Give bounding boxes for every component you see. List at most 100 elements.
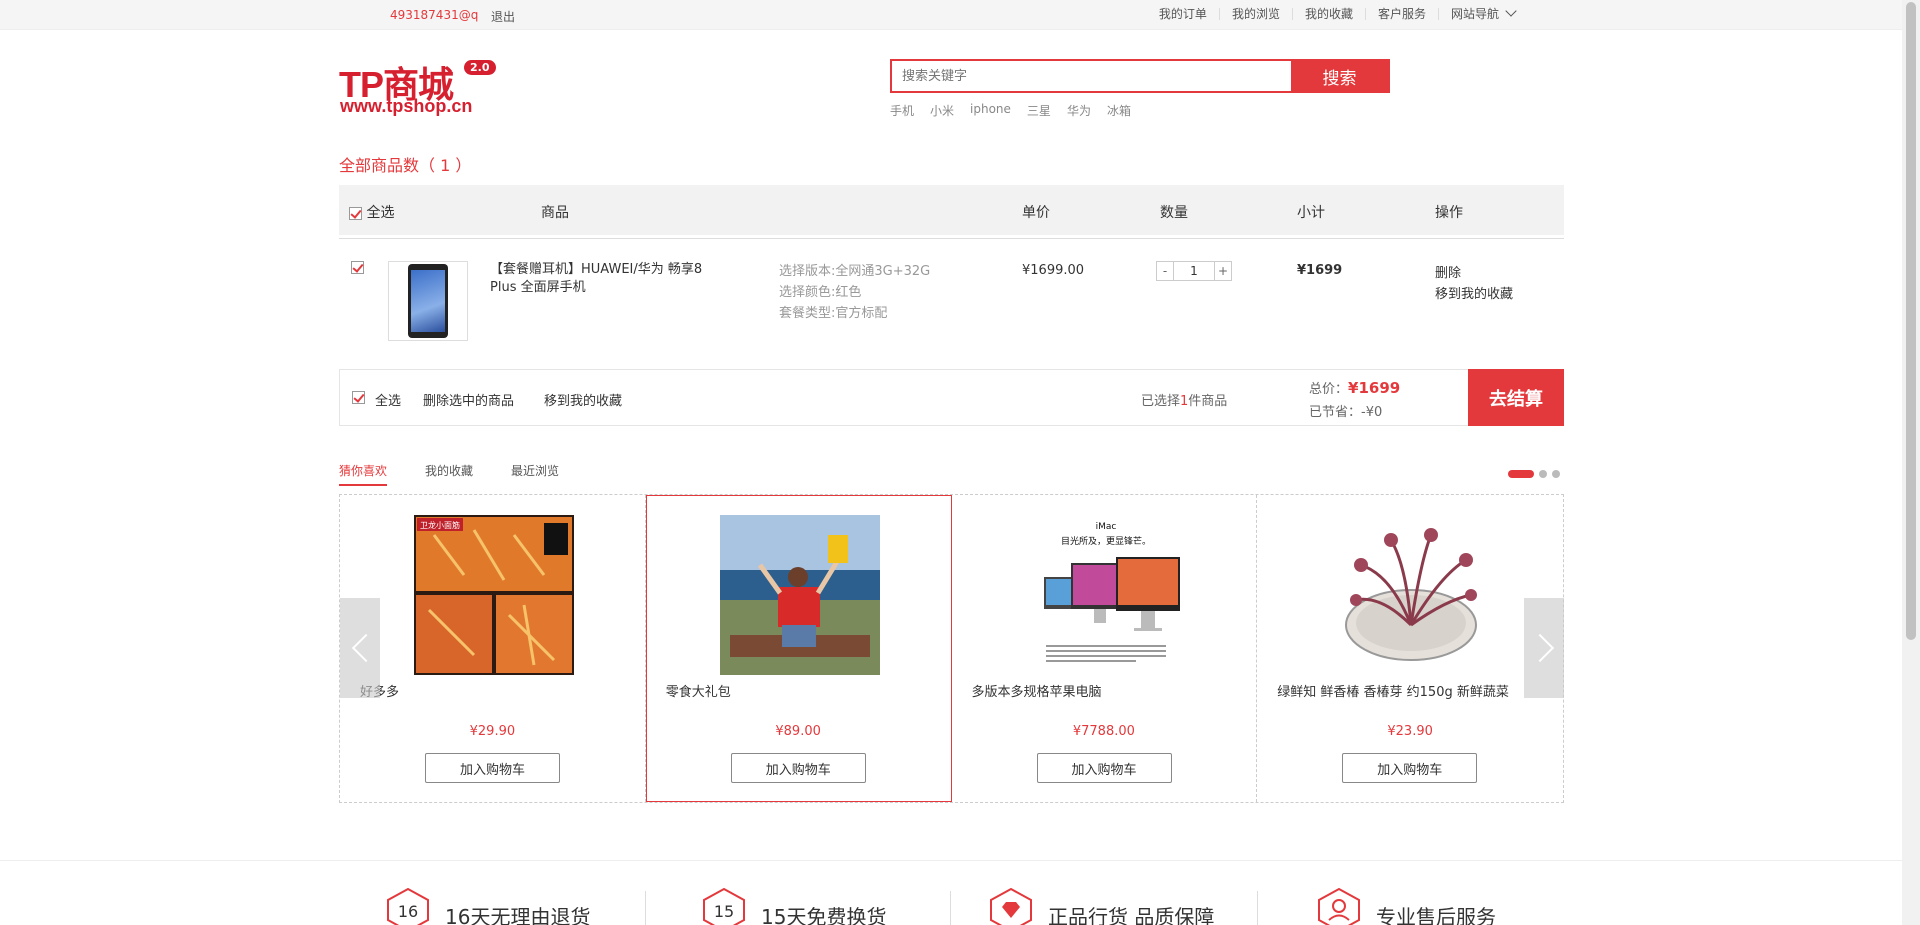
recommend-products: 卫龙小面筋 好多多 ¥29.90 加入购物车 零食大礼包 ¥89.00 加入购物… bbox=[339, 494, 1564, 803]
footer-select-all-label[interactable]: 全选 bbox=[375, 390, 401, 409]
product-name-link[interactable]: 【套餐赠耳机】HUAWEI/华为 畅享8 Plus 全面屏手机 bbox=[490, 261, 730, 297]
checkout-button[interactable]: 去结算 bbox=[1468, 369, 1564, 426]
select-all-header[interactable]: 全选 bbox=[349, 202, 394, 222]
service-label: 正品行货 品质保障 bbox=[1048, 904, 1215, 925]
product-price: ¥89.00 bbox=[775, 724, 821, 739]
my-favorites-link[interactable]: 我的收藏 bbox=[1293, 8, 1366, 20]
search-button[interactable]: 搜索 bbox=[1291, 61, 1388, 91]
imac-image[interactable]: iMac 目光所及，更显锋芒。 bbox=[1025, 515, 1186, 675]
move-selected-to-favorites-link[interactable]: 移到我的收藏 bbox=[544, 390, 622, 409]
add-to-cart-button[interactable]: 加入购物车 bbox=[425, 753, 560, 783]
cart-table-header: 全选 商品 单价 数量 小计 操作 bbox=[339, 185, 1564, 235]
product-card[interactable]: 绿鲜知 鲜香椿 香椿芽 约150g 新鲜蔬菜 ¥23.90 加入购物车 bbox=[1257, 495, 1563, 802]
col-subtotal: 小计 bbox=[1297, 205, 1325, 221]
delete-link[interactable]: 删除 bbox=[1435, 263, 1513, 284]
total-value: ¥1699 bbox=[1348, 379, 1401, 397]
product-name[interactable]: 多版本多规格苹果电脑 bbox=[972, 681, 1102, 700]
return-16-icon: 16 bbox=[387, 887, 429, 925]
scrollbar-thumb[interactable] bbox=[1906, 2, 1916, 640]
footer-select-all-checkbox[interactable] bbox=[352, 391, 365, 404]
carousel-dot[interactable] bbox=[1508, 470, 1534, 478]
imac-slogan-text: 目光所及，更显锋芒。 bbox=[1060, 535, 1150, 547]
spec-color: 选择颜色:红色 bbox=[779, 285, 862, 300]
service-label: 专业售后服务 bbox=[1376, 904, 1496, 925]
hot-keyword[interactable]: 手机 bbox=[890, 102, 914, 119]
divider bbox=[1257, 891, 1258, 925]
snack-image-text: 卫龙小面筋 bbox=[420, 520, 460, 530]
selected-count-text: 已选择1件商品 bbox=[1141, 390, 1227, 409]
user-account-link[interactable]: 493187431@q bbox=[390, 8, 478, 22]
product-price: ¥23.90 bbox=[1387, 724, 1433, 739]
spec-version: 选择版本:全网通3G+32G bbox=[779, 264, 931, 279]
snack-image[interactable]: 卫龙小面筋 bbox=[414, 515, 574, 675]
product-price: ¥29.90 bbox=[469, 724, 516, 739]
search-box: 搜索 bbox=[890, 59, 1390, 93]
product-card[interactable]: 卫龙小面筋 好多多 ¥29.90 加入购物车 bbox=[340, 495, 646, 802]
service-label: 16天无理由退货 bbox=[445, 904, 591, 925]
snack-gift-image[interactable] bbox=[719, 515, 880, 675]
diamond-icon bbox=[990, 887, 1032, 925]
hot-keyword[interactable]: iphone bbox=[970, 102, 1011, 119]
item-subtotal: ¥1699 bbox=[1297, 263, 1343, 278]
site-nav-menu[interactable]: 网站导航 bbox=[1439, 5, 1527, 21]
site-nav-label: 网站导航 bbox=[1450, 7, 1499, 21]
add-to-cart-button[interactable]: 加入购物车 bbox=[1036, 753, 1172, 783]
tab-all-products[interactable]: 全部商品数（ 1 ） bbox=[339, 152, 472, 188]
tab-my-favorites[interactable]: 我的收藏 bbox=[425, 462, 473, 486]
customer-service-link[interactable]: 客户服务 bbox=[1366, 8, 1439, 20]
delete-selected-link[interactable]: 删除选中的商品 bbox=[423, 390, 514, 409]
add-to-cart-button[interactable]: 加入购物车 bbox=[730, 753, 866, 783]
logout-link[interactable]: 退出 bbox=[491, 8, 515, 25]
product-card[interactable]: iMac 目光所及，更显锋芒。 多版本多规格苹果电脑 ¥7788.00 加入购物… bbox=[952, 495, 1258, 802]
recommend-tabs: 猜你喜欢 我的收藏 最近浏览 bbox=[339, 462, 559, 486]
tab-recent-views[interactable]: 最近浏览 bbox=[511, 462, 559, 486]
carousel-dot[interactable] bbox=[1539, 470, 1547, 478]
search-input[interactable] bbox=[892, 61, 1291, 91]
hot-keywords: 手机 小米 iphone 三星 华为 冰箱 bbox=[890, 102, 1131, 119]
logo-domain: www.tpshop.cn bbox=[340, 96, 473, 116]
carousel-next-arrow[interactable] bbox=[1524, 598, 1564, 698]
hot-keyword[interactable]: 三星 bbox=[1027, 102, 1051, 119]
qty-increase-button[interactable]: + bbox=[1214, 261, 1232, 281]
col-product: 商品 bbox=[541, 205, 569, 221]
my-orders-link[interactable]: 我的订单 bbox=[1147, 8, 1220, 20]
col-actions: 操作 bbox=[1435, 205, 1463, 221]
phone-image bbox=[408, 264, 448, 338]
selected-suffix: 件商品 bbox=[1188, 394, 1228, 409]
hot-keyword[interactable]: 冰箱 bbox=[1107, 102, 1131, 119]
page-scrollbar[interactable] bbox=[1902, 0, 1920, 925]
service-bar: 16 16天无理由退货 15 15天免费换货 正品行货 品质保障 专业售后服务 bbox=[0, 860, 1902, 925]
qty-decrease-button[interactable]: - bbox=[1156, 261, 1174, 281]
toona-image[interactable] bbox=[1331, 515, 1492, 675]
service-genuine: 正品行货 品质保障 bbox=[988, 887, 1214, 925]
service-label: 15天免费换货 bbox=[761, 904, 887, 925]
qty-input[interactable]: 1 bbox=[1174, 261, 1214, 281]
hot-keyword[interactable]: 华为 bbox=[1067, 102, 1091, 119]
carousel-prev-arrow[interactable] bbox=[340, 598, 380, 698]
item-checkbox[interactable] bbox=[351, 261, 364, 274]
my-history-link[interactable]: 我的浏览 bbox=[1220, 8, 1293, 20]
return-icon-text: 16 bbox=[398, 902, 418, 921]
product-card[interactable]: 零食大礼包 ¥89.00 加入购物车 bbox=[645, 495, 952, 802]
product-thumbnail[interactable] bbox=[388, 261, 468, 341]
product-name[interactable]: 绿鲜知 鲜香椿 香椿芽 约150g 新鲜蔬菜 bbox=[1277, 681, 1509, 700]
quantity-stepper: - 1 + bbox=[1156, 261, 1232, 281]
cart-footer: 全选 删除选中的商品 移到我的收藏 已选择1件商品 总价：¥1699 已节省：-… bbox=[339, 369, 1564, 426]
divider bbox=[950, 891, 951, 925]
hot-keyword[interactable]: 小米 bbox=[930, 102, 954, 119]
product-specs: 选择版本:全网通3G+32G 选择颜色:红色 套餐类型:官方标配 bbox=[779, 261, 930, 324]
site-logo[interactable]: TP商城 2.0 www.tpshop.cn bbox=[339, 56, 496, 116]
product-name[interactable]: 零食大礼包 bbox=[666, 681, 731, 700]
support-agent-icon bbox=[1318, 887, 1360, 925]
add-to-cart-button[interactable]: 加入购物车 bbox=[1342, 753, 1478, 783]
select-all-checkbox[interactable] bbox=[349, 206, 362, 220]
carousel-dot[interactable] bbox=[1552, 470, 1560, 478]
service-support: 专业售后服务 bbox=[1316, 887, 1496, 925]
tab-guess-you-like[interactable]: 猜你喜欢 bbox=[339, 462, 388, 486]
move-to-favorites-link[interactable]: 移到我的收藏 bbox=[1435, 284, 1513, 305]
divider bbox=[645, 891, 646, 925]
top-links: 我的订单 我的浏览 我的收藏 客户服务 网站导航 bbox=[1147, 5, 1527, 21]
top-bar: 493187431@q 退出 我的订单 我的浏览 我的收藏 客户服务 网站导航 bbox=[0, 0, 1902, 30]
service-exchange: 15 15天免费换货 bbox=[701, 887, 886, 925]
select-all-label: 全选 bbox=[366, 205, 395, 221]
